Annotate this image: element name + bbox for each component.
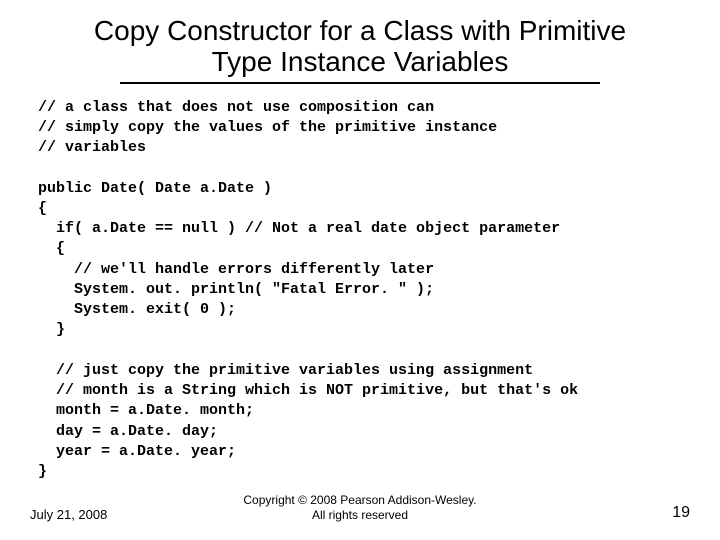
footer-date: July 21, 2008 <box>30 507 140 522</box>
footer-copyright: Copyright © 2008 Pearson Addison-Wesley.… <box>140 493 580 522</box>
code-line: // simply copy the values of the primiti… <box>38 119 497 136</box>
slide-title: Copy Constructor for a Class with Primit… <box>50 16 670 78</box>
footer: July 21, 2008 Copyright © 2008 Pearson A… <box>30 493 690 522</box>
code-block: // a class that does not use composition… <box>38 98 690 483</box>
code-line: // variables <box>38 139 146 156</box>
title-underline <box>120 82 600 84</box>
page-number: 19 <box>580 504 690 522</box>
code-line: month = a.Date. month; <box>38 402 254 419</box>
code-line: } <box>38 321 65 338</box>
title-line-1: Copy Constructor for a Class with Primit… <box>94 15 626 46</box>
code-line: // we'll handle errors differently later <box>38 261 434 278</box>
code-line: System. out. println( "Fatal Error. " ); <box>38 281 434 298</box>
copyright-line-1: Copyright © 2008 Pearson Addison-Wesley. <box>243 493 476 507</box>
code-line: // just copy the primitive variables usi… <box>38 362 533 379</box>
code-line: { <box>38 200 47 217</box>
title-line-2: Type Instance Variables <box>212 46 509 77</box>
code-line: public Date( Date a.Date ) <box>38 180 272 197</box>
slide: Copy Constructor for a Class with Primit… <box>0 0 720 540</box>
code-line: System. exit( 0 ); <box>38 301 236 318</box>
code-line: day = a.Date. day; <box>38 423 218 440</box>
code-line: if( a.Date == null ) // Not a real date … <box>38 220 560 237</box>
code-line: year = a.Date. year; <box>38 443 236 460</box>
code-line: { <box>38 240 65 257</box>
copyright-line-2: All rights reserved <box>312 508 408 522</box>
code-line: } <box>38 463 47 480</box>
code-line: // month is a String which is NOT primit… <box>38 382 578 399</box>
code-line: // a class that does not use composition… <box>38 99 434 116</box>
